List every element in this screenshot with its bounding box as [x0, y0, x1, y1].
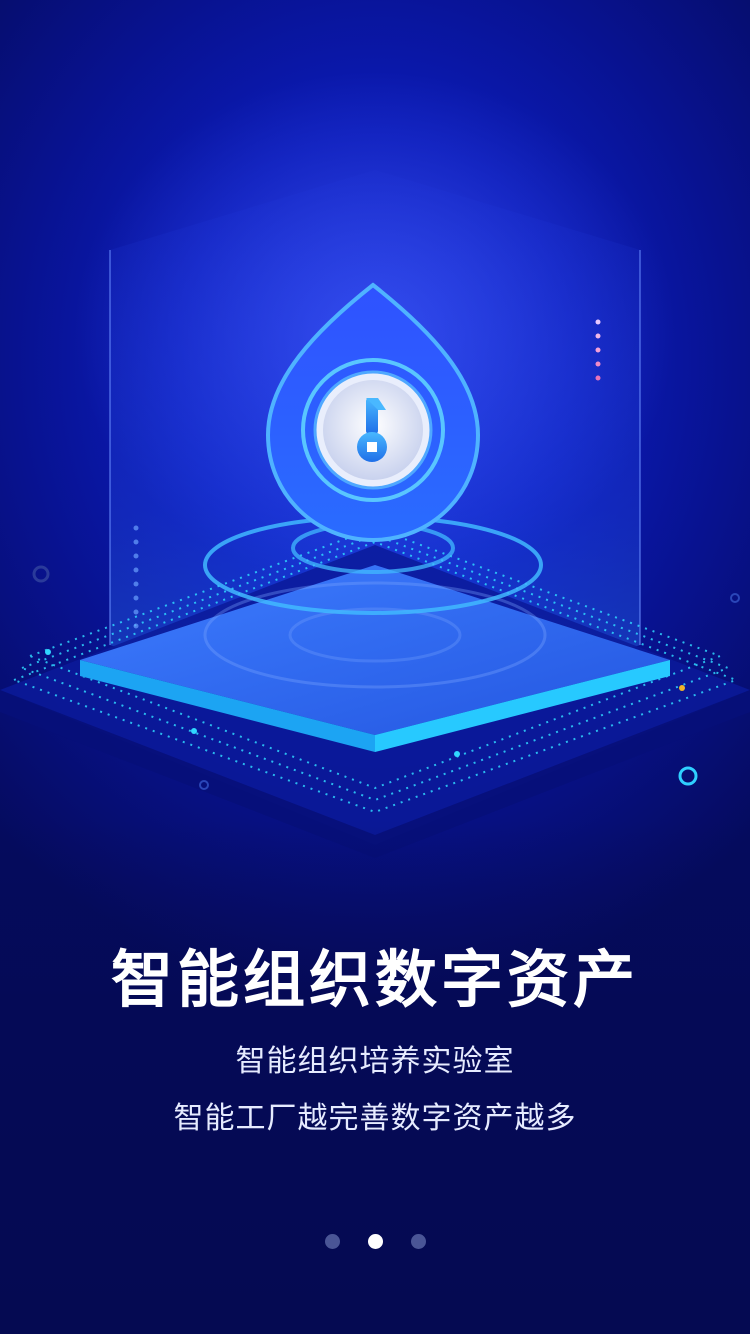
onboarding-screen[interactable]: 智能组织数字资产 智能组织培养实验室 智能工厂越完善数字资产越多 [0, 0, 750, 1334]
page-indicator[interactable] [0, 1234, 750, 1252]
onboarding-title: 智能组织数字资产 [110, 943, 639, 1016]
hero-illustration [0, 70, 750, 858]
page-dot[interactable] [324, 1234, 340, 1249]
onboarding-subtitle-line-2: 智能工厂越完善数字资产越多 [173, 1101, 577, 1136]
onboarding-subtitle-line-1: 智能组织培养实验室 [235, 1044, 515, 1079]
page-dot[interactable] [367, 1234, 383, 1249]
page-dot[interactable] [410, 1234, 426, 1249]
